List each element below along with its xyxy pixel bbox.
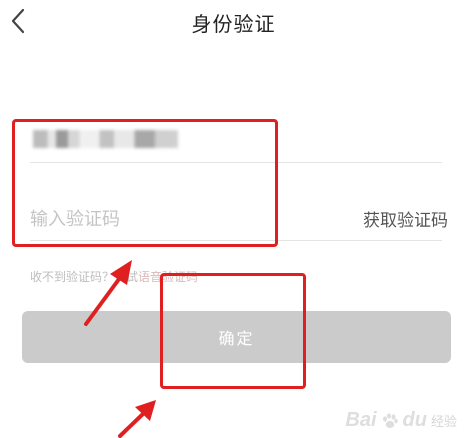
watermark-brand-end: du [402,409,427,431]
identity-verification-page: 身份验证 获取验证码 收不到验证码？试试语音验证码 确定 Bai du [0,0,467,438]
annotation-box-inputs [12,119,278,247]
watermark-brand: Bai [345,409,377,431]
annotation-arrow-up-right [118,400,156,438]
get-code-button[interactable]: 获取验证码 [363,206,448,231]
annotation-box-confirm [160,273,306,389]
hint-text: 收不到验证码？试试 [30,270,139,284]
watermark-suffix: 经验 [430,414,457,429]
page-title: 身份验证 [191,12,276,36]
baidu-jingyan-watermark: Bai du 经验 [345,409,457,432]
paw-icon [382,412,398,428]
